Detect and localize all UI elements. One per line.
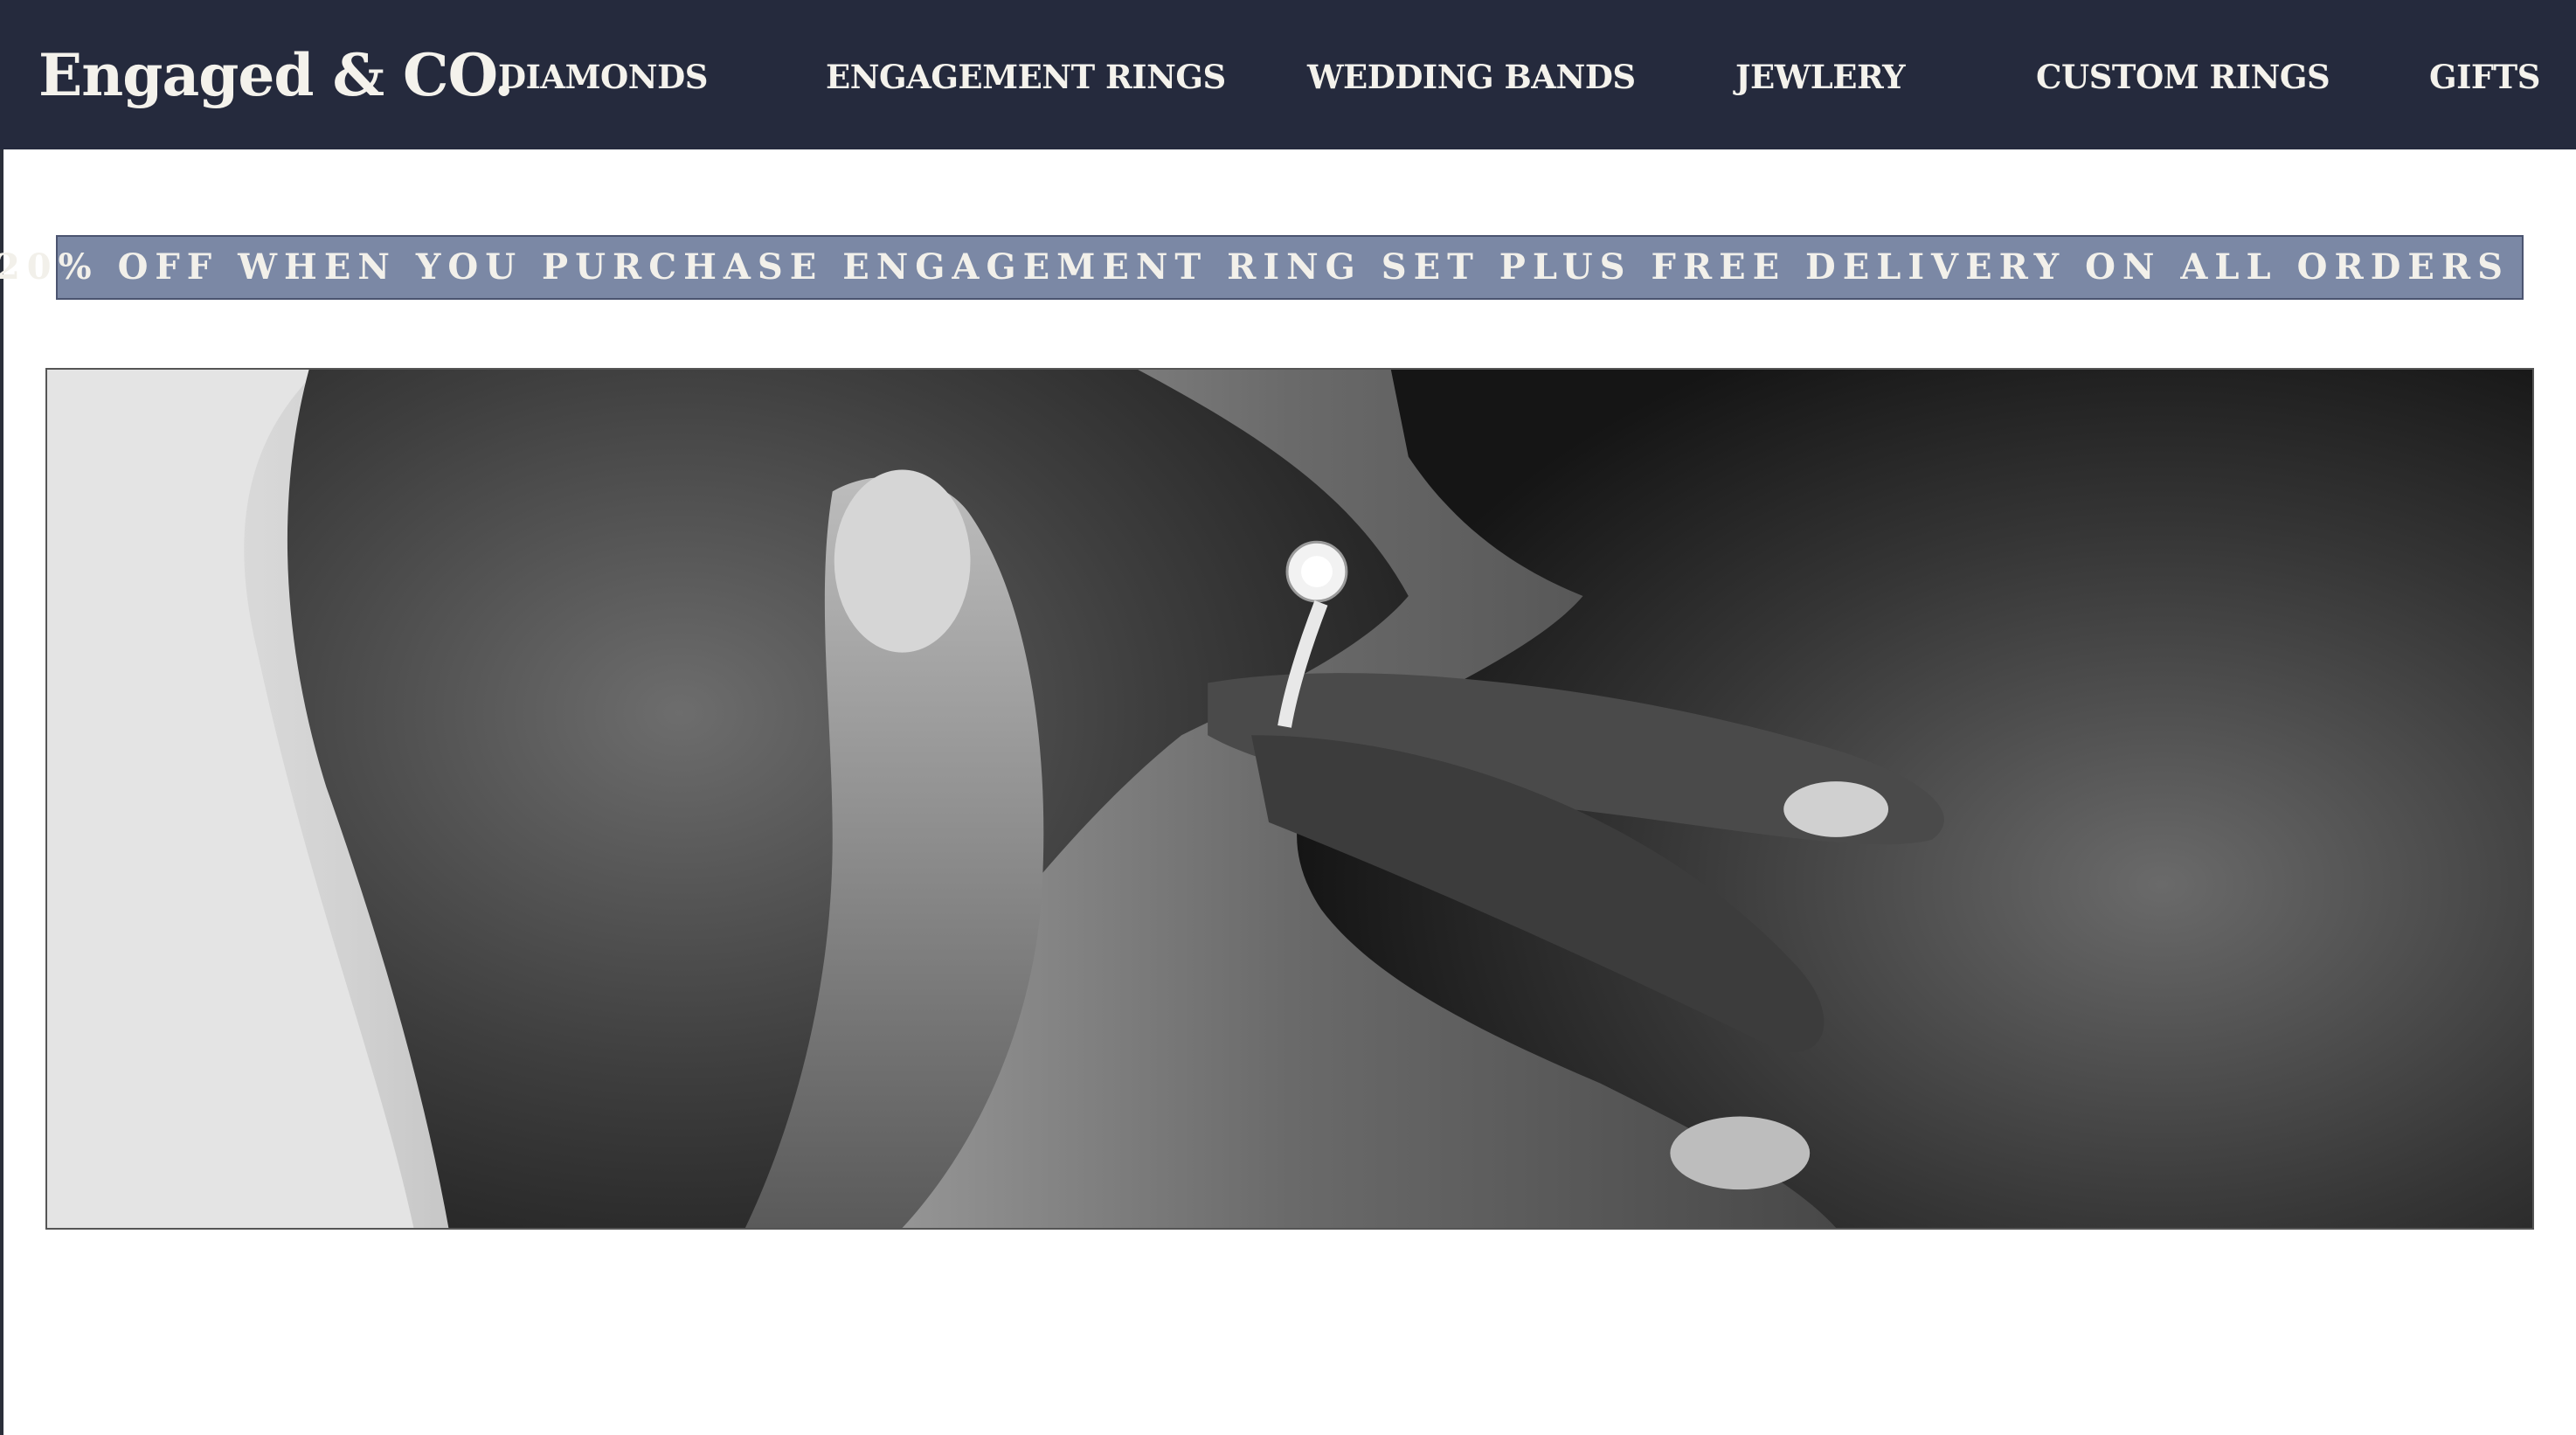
- nav-item-engagement-rings[interactable]: ENGAGEMENT RINGS: [826, 56, 1226, 98]
- nav-item-gifts[interactable]: GIFTS: [2429, 56, 2540, 98]
- hero-image: [45, 368, 2534, 1230]
- promo-banner: 20% OFF WHEN YOU PURCHASE ENGAGEMENT RIN…: [0, 235, 2524, 300]
- nav-item-wedding-bands[interactable]: WEDDING BANDS: [1307, 56, 1636, 98]
- nav-item-custom-rings[interactable]: CUSTOM RINGS: [2036, 56, 2330, 98]
- promo-text: 20% OFF WHEN YOU PURCHASE ENGAGEMENT RIN…: [0, 246, 2510, 288]
- site-header: Engaged & CO. DIAMONDS ENGAGEMENT RINGS …: [0, 0, 2576, 149]
- nav-item-jewlery[interactable]: JEWLERY: [1735, 56, 1906, 98]
- nav-item-diamonds[interactable]: DIAMONDS: [498, 56, 708, 98]
- page-left-border: [0, 0, 3, 1435]
- site-logo[interactable]: Engaged & CO.: [38, 40, 514, 110]
- engagement-ring-hands-photo: [47, 370, 2532, 1228]
